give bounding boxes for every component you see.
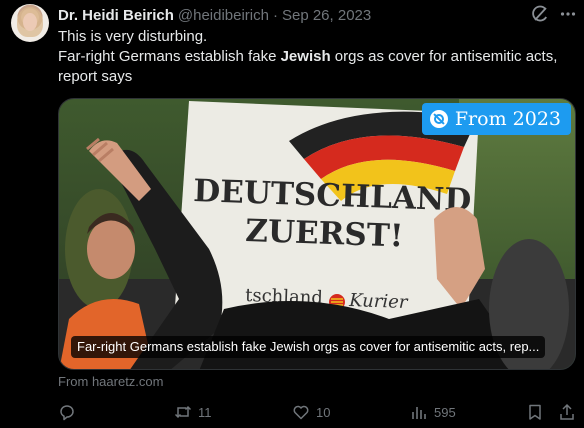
reply-button[interactable]: [58, 400, 76, 424]
views-icon: [412, 407, 426, 419]
more-icon: [560, 12, 576, 16]
header-separator: ·: [272, 6, 278, 24]
sign-text-line-2: ZUERST!: [245, 213, 404, 254]
more-button[interactable]: [558, 4, 578, 24]
tweet-actions: 11 10 595: [58, 400, 578, 424]
like-count: 10: [316, 404, 331, 420]
tweet-header: Dr. Heidi Beirich @heidibeirich · Sep 26…: [58, 5, 371, 25]
retweet-button[interactable]: 11: [174, 400, 212, 424]
views-button[interactable]: 595: [410, 400, 456, 424]
author-name[interactable]: Dr. Heidi Beirich: [58, 7, 174, 24]
tweet[interactable]: Dr. Heidi Beirich @heidibeirich · Sep 26…: [0, 0, 584, 428]
retweet-count: 11: [198, 404, 212, 420]
avatar[interactable]: [11, 4, 49, 42]
tweet-text-part: orgs as cover for antisemitic acts,: [330, 48, 558, 65]
reply-icon: [60, 405, 74, 421]
card-photo: DEUTSCHLAND ZUERST! tschland Kurier: [59, 99, 575, 369]
share-button[interactable]: [558, 400, 576, 424]
tweet-text-line-2: Far-right Germans establish fake Jewish …: [58, 47, 578, 67]
tweet-text-line-3: report says: [58, 68, 133, 85]
views-count: 595: [434, 404, 456, 420]
like-button[interactable]: 10: [292, 400, 330, 424]
bookmark-icon: [529, 404, 541, 420]
share-icon: [560, 403, 574, 420]
tweet-text: This is very disturbing. Far-right Germa…: [58, 27, 578, 87]
author-handle[interactable]: @heidibeirich: [178, 7, 269, 24]
card-caption[interactable]: Far-right Germans establish fake Jewish …: [71, 336, 546, 358]
link-card[interactable]: DEUTSCHLAND ZUERST! tschland Kurier From…: [58, 98, 576, 370]
tweet-text-part: Far-right Germans establish fake: [58, 48, 281, 65]
from-year-badge: From 2023: [421, 103, 571, 135]
tweet-text-bold: Jewish: [280, 48, 331, 65]
from-year-label: From 2023: [454, 108, 561, 130]
heart-icon: [293, 405, 309, 420]
grok-icon: [532, 5, 547, 22]
avatar-face: [23, 13, 37, 31]
retweet-icon: [174, 405, 192, 419]
card-source[interactable]: From haaretz.com: [58, 374, 163, 389]
bookmark-button[interactable]: [526, 400, 544, 424]
no-symbol-icon: [429, 110, 448, 128]
tweet-date[interactable]: Sep 26, 2023: [282, 7, 371, 24]
grok-button[interactable]: [530, 4, 550, 24]
tweet-text-line-1: This is very disturbing.: [58, 28, 208, 45]
